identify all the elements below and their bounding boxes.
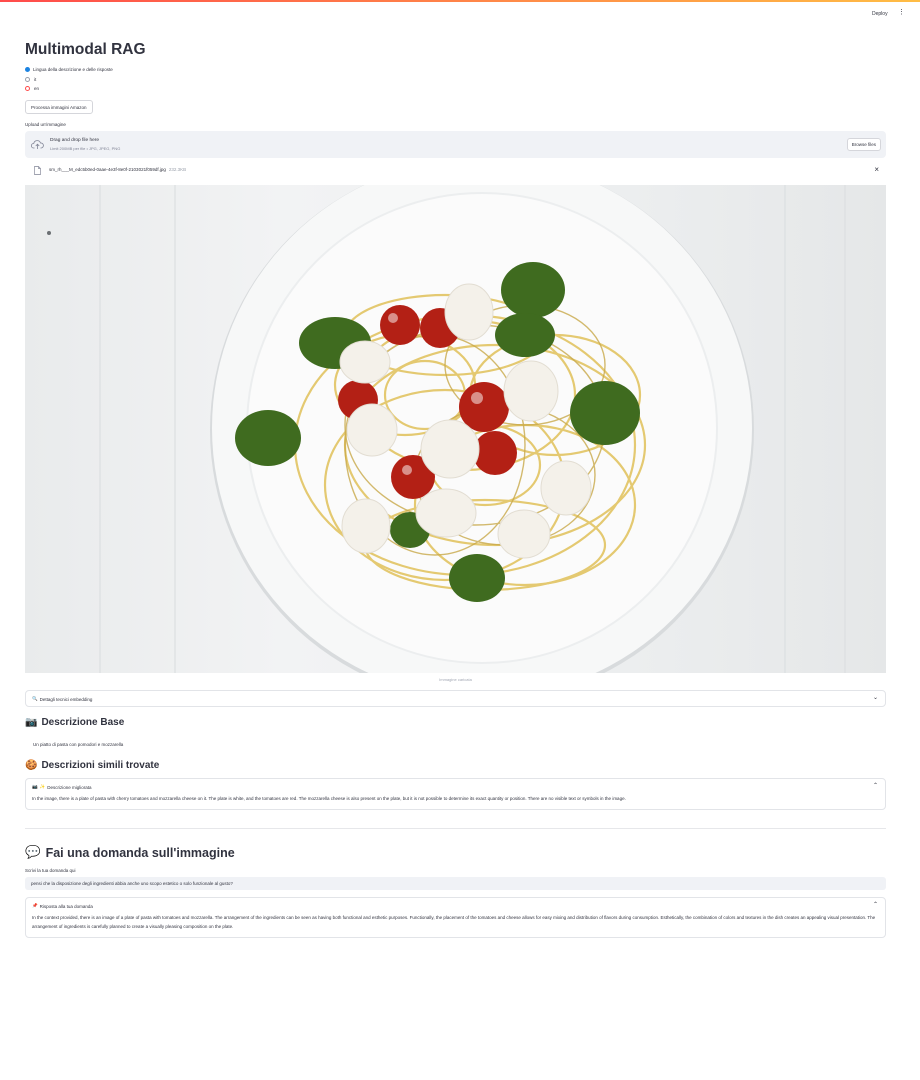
kebab-menu-icon[interactable]: ⋮ (898, 9, 905, 16)
image-caption: Immagine caricata (439, 677, 472, 682)
improved-description-text: In the image, there is a plate of pasta … (32, 796, 626, 801)
dropzone-title: Drag and drop file here (50, 138, 100, 143)
expander-header: 📷 ✨ Descrizione migliorata (32, 784, 92, 790)
browse-files-button[interactable]: Browse files (846, 138, 881, 151)
remove-file-icon[interactable]: × (874, 165, 879, 174)
file-name: sm_rh___M_edc5b0ed-0aae-4e3f-8e0f-210302… (49, 167, 186, 172)
page-title: Multimodal RAG (25, 41, 146, 58)
dropzone-subtitle: Limit 200MB per file • JPG, JPEG, PNG (50, 146, 121, 151)
radio-unselected-icon[interactable] (25, 77, 30, 82)
language-label-text: Lingua della descrizione e delle rispost… (33, 67, 113, 72)
heading-text: Descrizione Base (41, 717, 125, 728)
magnifier-icon: 🔍 (32, 696, 38, 701)
file-icon (34, 166, 41, 175)
deploy-button[interactable]: Deploy (868, 9, 892, 19)
heading-text: Fai una domanda sull'immagine (45, 845, 235, 860)
base-description-heading: 📷 Descrizione Base (25, 717, 124, 728)
chevron-up-icon[interactable]: ⌃ (873, 901, 878, 908)
question-heading: 💬 Fai una domanda sull'immagine (25, 845, 235, 860)
section-divider (25, 828, 886, 829)
radio-option-label: en (34, 86, 40, 91)
pin-icon: 📌 (32, 903, 38, 908)
uploaded-file-row: sm_rh___M_edc5b0ed-0aae-4e3f-8e0f-210302… (25, 164, 886, 178)
question-input-label: Scrivi la tua domanda qui (25, 868, 76, 873)
question-input[interactable]: pensi che la disposizione degli ingredie… (25, 877, 886, 890)
base-description-text: Un piatto di pasta con pomodori e mozzar… (33, 742, 124, 747)
embedding-details-expander[interactable]: 🔍 Dettagli tecnici embedding ⌄ (25, 690, 886, 707)
expander-label: Risposta alla tua domanda (39, 903, 93, 909)
radio-option-it[interactable]: it (25, 77, 36, 82)
chevron-up-icon[interactable]: ⌃ (873, 782, 878, 789)
file-size: 232.3KB (168, 167, 187, 172)
file-name-text: sm_rh___M_edc5b0ed-0aae-4e3f-8e0f-210302… (49, 167, 166, 172)
camera-icon: 📷 (25, 717, 38, 728)
cloud-upload-icon (31, 140, 44, 149)
answer-expander[interactable]: 📌 Risposta alla tua domanda ⌃ In the con… (25, 897, 886, 938)
cookie-icon: 🍪 (25, 760, 38, 771)
process-amazon-images-button[interactable]: Processa immagini Amazon (25, 100, 93, 114)
speech-bubble-icon: 💬 (25, 845, 41, 859)
similar-descriptions-heading: 🍪 Descrizioni simili trovate (25, 760, 159, 771)
globe-icon (25, 67, 30, 72)
answer-text: In the context provided, there is an ima… (32, 915, 876, 929)
radio-option-label: it (34, 77, 37, 82)
expander-header: 🔍 Dettagli tecnici embedding (32, 696, 92, 702)
language-radio-label: Lingua della descrizione e delle rispost… (25, 67, 113, 72)
file-dropzone[interactable]: Drag and drop file here Limit 200MB per … (25, 131, 886, 158)
upload-label: Upload un'immagine (25, 122, 66, 127)
chevron-down-icon[interactable]: ⌄ (873, 694, 878, 701)
uploaded-image (25, 185, 886, 673)
heading-text: Descrizioni simili trovate (41, 760, 160, 771)
radio-option-en[interactable]: en (25, 86, 39, 91)
expander-label: Descrizione migliorata (47, 784, 92, 790)
sparkle-icon: ✨ (39, 784, 46, 789)
expander-label: Dettagli tecnici embedding (39, 696, 93, 702)
improved-description-expander[interactable]: 📷 ✨ Descrizione migliorata ⌃ In the imag… (25, 778, 886, 810)
top-decoration-bar (0, 0, 920, 2)
pasta-dish-illustration (47, 185, 846, 673)
expander-header: 📌 Risposta alla tua domanda (32, 903, 93, 909)
radio-selected-icon[interactable] (25, 86, 30, 91)
camera-icon: 📷 (32, 784, 38, 789)
